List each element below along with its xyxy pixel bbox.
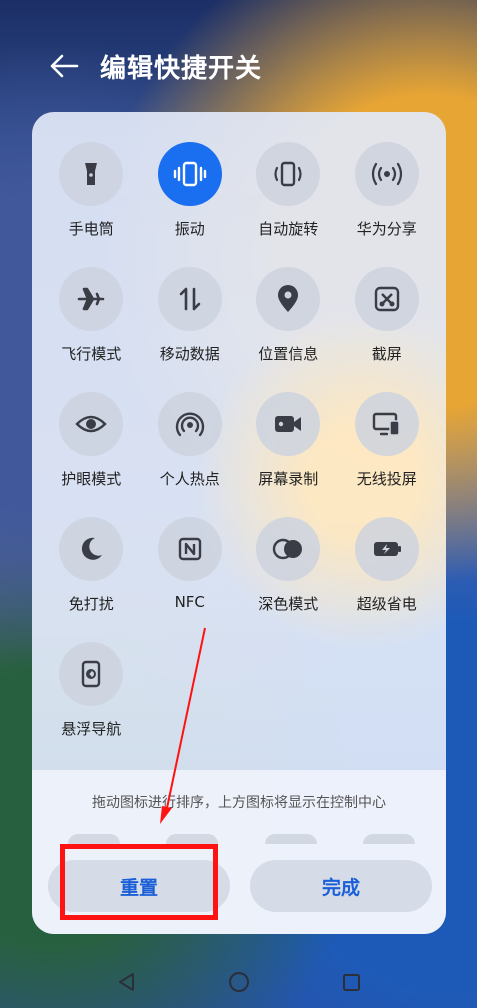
ghost-tile	[166, 834, 218, 844]
tile-label: 位置信息	[258, 345, 319, 363]
tile-label: 免打扰	[68, 595, 114, 613]
shortcut-editor-card: 手电筒 振动 自动旋转 华为分享 飞行模式 移动数据 位置信息 截屏 护眼模式 …	[32, 112, 446, 934]
vibrate-icon	[157, 142, 222, 206]
nav-home-button[interactable]	[224, 967, 254, 997]
tile-auto-rotate[interactable]: 自动旋转	[239, 142, 338, 239]
ghost-tile	[265, 834, 317, 844]
screenshot-icon	[354, 267, 419, 331]
tile-label: 移动数据	[159, 345, 220, 363]
triangle-back-icon	[118, 972, 134, 991]
nav-recents-button[interactable]	[336, 967, 366, 997]
tile-label: 无线投屏	[356, 470, 417, 488]
tile-screenshot[interactable]: 截屏	[338, 267, 437, 364]
flashlight-icon	[59, 142, 124, 206]
page-title: 编辑快捷开关	[100, 53, 263, 84]
tile-label: NFC	[174, 593, 205, 611]
tile-huawei-share[interactable]: 华为分享	[338, 142, 437, 239]
system-navigation-bar	[0, 955, 477, 1008]
tile-label: 护眼模式	[61, 470, 122, 488]
screen-record-icon	[256, 392, 321, 456]
tile-location[interactable]: 位置信息	[239, 267, 338, 364]
tile-label: 悬浮导航	[61, 720, 122, 738]
drag-hint-text: 拖动图标进行排序，上方图标将显示在控制中心	[92, 795, 386, 811]
tile-label: 手电筒	[68, 220, 114, 238]
shortcut-grid: 手电筒 振动 自动旋转 华为分享 飞行模式 移动数据 位置信息 截屏 护眼模式 …	[42, 142, 436, 739]
tile-airplane[interactable]: 飞行模式	[42, 267, 141, 364]
tile-label: 自动旋转	[258, 220, 319, 238]
tile-nfc[interactable]: NFC	[141, 517, 240, 614]
tile-mobile-data[interactable]: 移动数据	[141, 267, 240, 364]
done-button[interactable]: 完成	[250, 860, 432, 912]
wireless-projection-icon	[354, 392, 419, 456]
annotation-highlight-box	[60, 844, 218, 920]
tile-label: 振动	[174, 220, 205, 238]
ghost-tile	[363, 834, 415, 844]
hotspot-icon	[157, 392, 222, 456]
battery-saver-icon	[354, 517, 419, 581]
tile-screen-record[interactable]: 屏幕录制	[239, 392, 338, 489]
square-recents-icon	[342, 973, 360, 991]
tile-label: 华为分享	[356, 220, 417, 238]
tile-label: 深色模式	[258, 595, 319, 613]
tile-eye-comfort[interactable]: 护眼模式	[42, 392, 141, 489]
huawei-share-icon	[354, 142, 419, 206]
tile-label: 超级省电	[356, 595, 417, 613]
header: 编辑快捷开关	[0, 38, 477, 94]
location-icon	[256, 267, 321, 331]
tile-label: 截屏	[371, 345, 402, 363]
back-button[interactable]	[44, 46, 84, 86]
auto-rotate-icon	[256, 142, 321, 206]
tile-dark-mode[interactable]: 深色模式	[239, 517, 338, 614]
circle-home-icon	[228, 971, 249, 992]
tile-label: 飞行模式	[61, 345, 122, 363]
nav-back-button[interactable]	[112, 967, 142, 997]
floating-nav-icon	[59, 642, 124, 706]
tile-label: 个人热点	[159, 470, 220, 488]
eye-icon	[59, 392, 124, 456]
dark-mode-icon	[256, 517, 321, 581]
tile-do-not-disturb[interactable]: 免打扰	[42, 517, 141, 614]
nfc-icon	[157, 517, 222, 581]
moon-icon	[59, 517, 124, 581]
tile-vibrate[interactable]: 振动	[141, 142, 240, 239]
tile-super-power-saving[interactable]: 超级省电	[338, 517, 437, 614]
tile-flashlight[interactable]: 手电筒	[42, 142, 141, 239]
tile-floating-navigation[interactable]: 悬浮导航	[42, 642, 141, 739]
tile-wireless-projection[interactable]: 无线投屏	[338, 392, 437, 489]
tile-hotspot[interactable]: 个人热点	[141, 392, 240, 489]
airplane-icon	[59, 267, 124, 331]
mobile-data-icon	[157, 267, 222, 331]
tile-label: 屏幕录制	[258, 470, 319, 488]
ghost-tile	[68, 834, 120, 844]
back-arrow-icon	[50, 54, 79, 78]
